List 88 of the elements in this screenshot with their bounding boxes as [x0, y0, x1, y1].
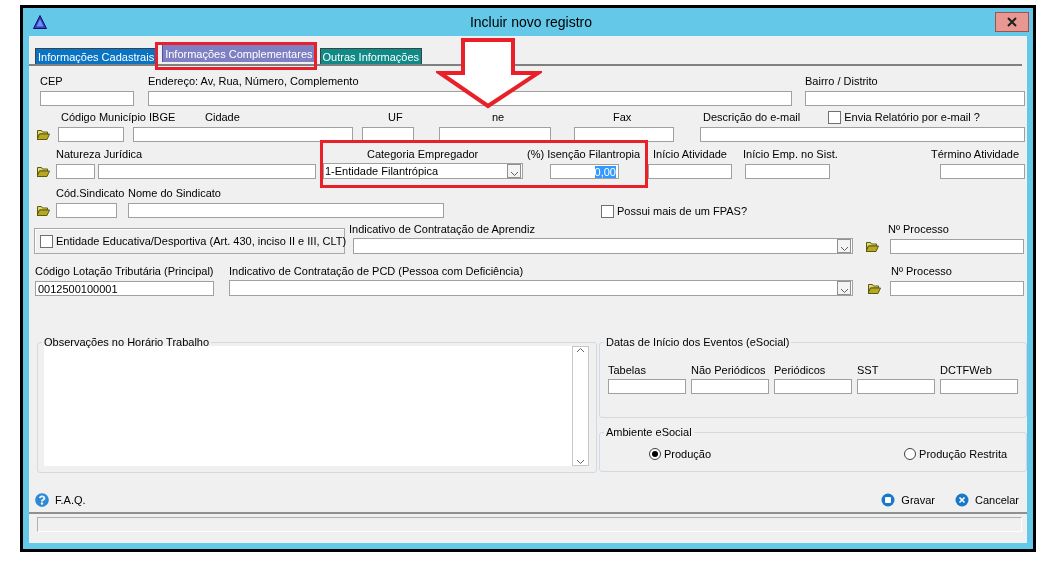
- field-label: Término Atividade: [931, 147, 1020, 161]
- input-field[interactable]: [133, 127, 353, 142]
- checkbox-label: Possui mais de um FPAS?: [617, 204, 747, 218]
- dropdown-field[interactable]: 1-Entidade Filantrópica: [323, 163, 523, 179]
- field-label: Não Periódicos: [691, 363, 767, 377]
- field-label: Cidade: [205, 110, 240, 124]
- field-label: Início Atividade: [653, 147, 727, 161]
- tab[interactable]: Outras Informações: [319, 48, 423, 64]
- tab[interactable]: Informações Cadastrais: [35, 48, 158, 64]
- input-field[interactable]: [940, 379, 1018, 394]
- input-field[interactable]: [745, 164, 830, 179]
- chevron-down-icon: [839, 288, 849, 294]
- save-icon: [881, 493, 896, 507]
- field-label: Categoria Empregador: [367, 147, 479, 161]
- input-field[interactable]: [56, 203, 117, 218]
- checkbox-label: Entidade Educativa/Desportiva (Art. 430, inciso II e III, CLT): [56, 234, 347, 248]
- input-field[interactable]: [98, 164, 316, 179]
- field-label: Nome do Sindicato: [128, 186, 221, 200]
- radio-button[interactable]: [649, 448, 661, 460]
- radio-label: Produção: [664, 447, 712, 461]
- field-label: SST: [857, 363, 880, 377]
- triangle-logo-icon: [33, 15, 47, 29]
- input-field[interactable]: [890, 281, 1024, 296]
- field-label: Indicativo de Contratação de Aprendiz: [349, 222, 535, 236]
- close-icon: [954, 493, 969, 507]
- field-label: CEP: [40, 74, 63, 88]
- dropdown-field[interactable]: [229, 280, 853, 296]
- folder-icon[interactable]: [868, 283, 881, 294]
- field-label: Início Emp. no Sist.: [743, 147, 838, 161]
- input-field[interactable]: [857, 379, 935, 394]
- checkbox[interactable]: [40, 234, 53, 248]
- radio-label: Produção Restrita: [919, 447, 1008, 461]
- field-label: Nº Processo: [888, 222, 949, 236]
- field-label: Nº Processo: [891, 264, 952, 278]
- input-field[interactable]: [148, 91, 792, 106]
- panel-title: Ambiente eSocial: [605, 426, 693, 438]
- input-field[interactable]: [40, 91, 134, 106]
- input-field[interactable]: [700, 127, 1025, 142]
- save-button[interactable]: Gravar: [881, 493, 935, 507]
- dropdown-field[interactable]: [353, 238, 853, 254]
- panel-title: Observações no Horário Trabalho: [43, 336, 211, 348]
- input-field[interactable]: [608, 379, 686, 394]
- field-label: Tabelas: [608, 363, 647, 377]
- field-label: ne: [492, 110, 505, 124]
- folder-icon[interactable]: [37, 129, 50, 140]
- field-label: Natureza Jurídica: [56, 147, 143, 161]
- chevron-down-icon: [576, 459, 585, 465]
- input-field[interactable]: [648, 164, 732, 179]
- panel-title: Datas de Início dos Eventos (eSocial): [605, 336, 791, 348]
- field-label: Descrição do e-mail: [703, 110, 801, 124]
- input-field[interactable]: [890, 239, 1024, 254]
- chevron-down-icon: [509, 171, 519, 177]
- checkbox[interactable]: [601, 204, 614, 218]
- scrollbar[interactable]: [572, 346, 589, 466]
- folder-icon[interactable]: [866, 241, 879, 252]
- folder-icon[interactable]: [37, 205, 50, 216]
- checkbox[interactable]: [828, 110, 842, 124]
- field-label: Fax: [613, 110, 632, 124]
- field-label: Indicativo de Contratação de PCD (Pessoa com Deficiência): [229, 264, 524, 278]
- input-field[interactable]: [691, 379, 769, 394]
- folder-icon[interactable]: [37, 166, 50, 177]
- field-label: Periódicos: [774, 363, 827, 377]
- cancel-button[interactable]: Cancelar: [954, 493, 1019, 507]
- field-label: UF: [388, 110, 403, 124]
- input-field[interactable]: [128, 203, 444, 218]
- close-icon: [1007, 17, 1017, 27]
- window-title: Incluir novo registro: [468, 14, 594, 30]
- field-label: Cód.Sindicato: [56, 186, 125, 200]
- field-label: Código Lotação Tributária (Principal): [35, 264, 214, 278]
- input-field[interactable]: [574, 127, 674, 142]
- radio-button[interactable]: [904, 448, 917, 460]
- chevron-up-icon: [576, 347, 585, 353]
- help-icon: [35, 493, 49, 507]
- input-field[interactable]: [56, 164, 95, 179]
- field-label: (%) Isenção Filantropia: [527, 147, 641, 161]
- faq-button[interactable]: F.A.Q.: [35, 493, 86, 507]
- input-field[interactable]: 0012500100001: [35, 281, 214, 296]
- checkbox-label: Envia Relatório por e-mail ?: [844, 110, 980, 124]
- field-label: Código Município IBGE: [61, 110, 176, 124]
- input-field[interactable]: [774, 379, 852, 394]
- close-button[interactable]: [995, 12, 1029, 32]
- chevron-down-icon: [839, 246, 849, 252]
- input-field[interactable]: [805, 91, 1025, 106]
- field-label: Bairro / Distrito: [805, 74, 878, 88]
- input-field[interactable]: [58, 127, 124, 142]
- field-label: Endereço: Av, Rua, Número, Complemento: [148, 74, 359, 88]
- field-label: DCTFWeb: [940, 363, 993, 377]
- input-field[interactable]: [940, 164, 1025, 179]
